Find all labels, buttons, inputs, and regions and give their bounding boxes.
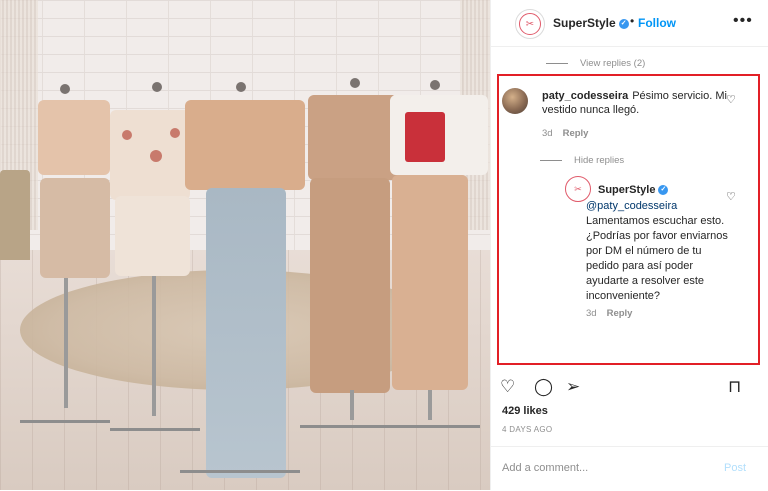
header-username[interactable]: SuperStyle ✓ [553,16,629,30]
basket [0,170,30,260]
stand-pole [152,276,156,416]
likes-count[interactable]: 429 likes [502,405,548,417]
comment-like-heart-icon[interactable]: ♡ [726,93,736,106]
reply-body: Lamentamos escuchar esto. ¿Podrías por f… [586,215,728,302]
cargo-pants [310,178,390,393]
header-separator: • [630,14,635,28]
cargo-pants [392,175,468,390]
shorts [40,178,110,278]
stand-pole [350,390,354,420]
add-comment-input[interactable]: Add a comment... [502,462,588,474]
reply-divider [546,62,568,64]
tee-graphic [405,112,445,162]
comment-text: paty_codesseira Pésimo servicio. Mi vesti… [542,89,732,117]
post-photo[interactable] [0,0,490,490]
commenter-avatar[interactable] [502,88,528,114]
comment-bubble-icon[interactable]: ◯ [534,377,553,397]
post-actions: ♡ ◯ ➢ ⊓ [500,377,760,397]
sewing-machine-logo-icon: ✂ [519,13,541,35]
verified-badge-icon: ✓ [618,18,629,29]
post-age: 4 DAYS AGO [502,425,553,434]
crop-top [38,100,110,175]
twist-top [185,100,305,190]
floral-shorts [115,196,190,276]
comment-username[interactable]: paty_codesseira [542,90,628,102]
reply-username[interactable]: SuperStyle ✓ [598,184,669,196]
reply-divider [540,159,562,161]
stand-base [180,470,300,473]
more-options-icon[interactable]: ••• [733,12,753,30]
mannequin-neck [350,78,360,88]
reply-mention[interactable]: @paty_codesseira [586,200,677,212]
mannequin-neck [430,80,440,90]
mannequin-neck [236,82,246,92]
verified-badge-icon: ✓ [658,185,669,196]
stand-base [110,428,200,431]
post-button[interactable]: Post [724,462,746,474]
reply-age: 3d [586,308,597,319]
share-send-icon[interactable]: ➢ [566,377,580,397]
wide-jeans [206,188,286,478]
stand-pole [64,278,68,408]
stand-pole [428,390,432,420]
reply-username-text[interactable]: SuperStyle [598,184,655,196]
add-comment-bar: Add a comment... Post [490,446,768,491]
stand-base [20,420,110,423]
comment-age: 3d [542,128,553,139]
header-username-text[interactable]: SuperStyle [553,16,616,30]
like-heart-icon[interactable]: ♡ [500,377,515,397]
flower-print [150,150,162,162]
mannequin-neck [152,82,162,92]
flower-print [170,128,180,138]
save-bookmark-icon[interactable]: ⊓ [728,377,741,397]
mannequin-neck [60,84,70,94]
follow-button[interactable]: Follow [638,16,676,30]
hide-replies-label[interactable]: Hide replies [574,155,624,166]
stand-base [380,425,480,428]
reply-meta: 3d Reply [586,308,632,319]
view-replies-label[interactable]: View replies (2) [580,58,645,69]
flower-print [122,130,132,140]
comment-reply-button[interactable]: Reply [563,128,589,139]
view-replies-link[interactable]: View replies (2) [546,58,645,69]
reply-reply-button[interactable]: Reply [607,308,633,319]
hide-replies-link[interactable]: Hide replies [540,155,624,166]
reply-text: @paty_codesseira Lamentamos escuchar est… [586,199,736,304]
profile-avatar[interactable]: ✂ [515,9,545,39]
comment-meta: 3d Reply [542,128,588,139]
post-header: ✂ SuperStyle ✓ • Follow ••• [491,0,768,47]
tie-top [308,95,398,180]
